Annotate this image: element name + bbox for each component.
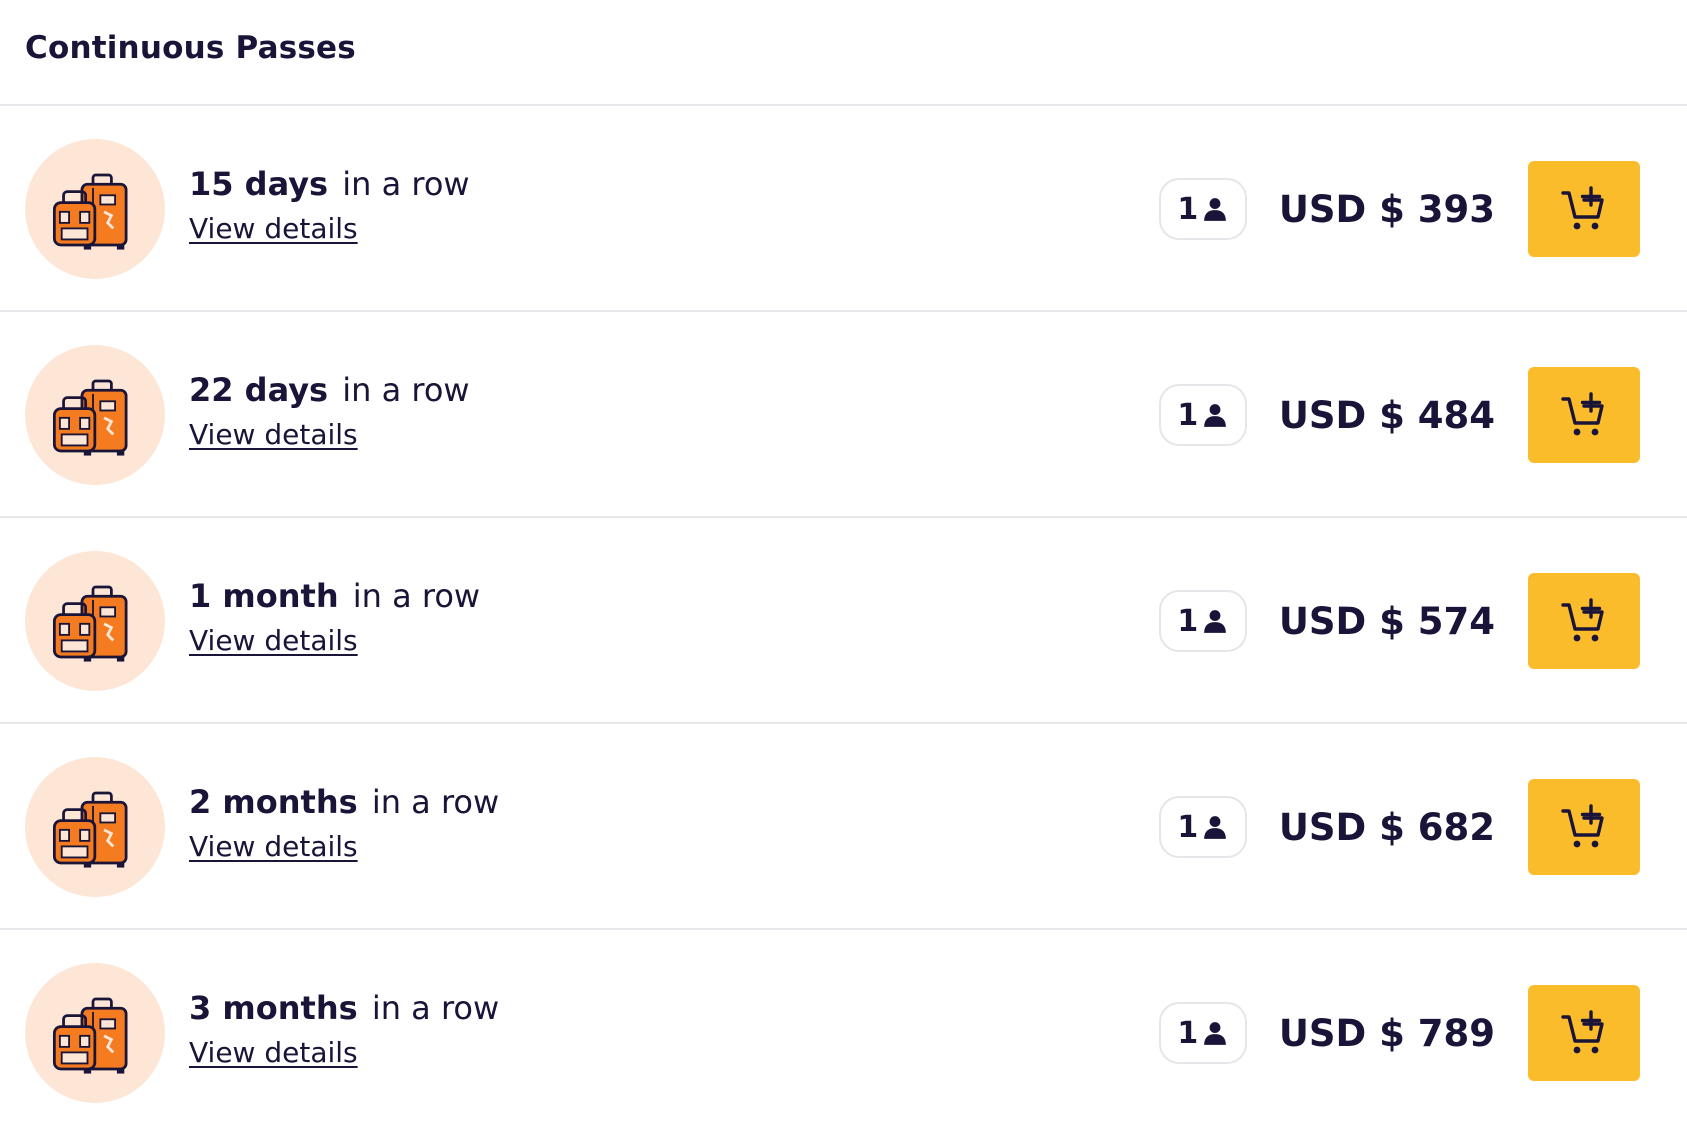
pass-image bbox=[25, 139, 165, 279]
pass-price: USD $ 393 bbox=[1278, 187, 1495, 231]
pass-image bbox=[25, 551, 165, 691]
pass-duration-suffix: in a row bbox=[371, 783, 500, 821]
add-to-cart-icon bbox=[1561, 804, 1604, 848]
pass-price: USD $ 574 bbox=[1278, 599, 1495, 643]
pass-price: USD $ 789 bbox=[1278, 1011, 1495, 1055]
pass-info: 2 months in a row View details bbox=[189, 782, 499, 865]
pass-actions: 1 USD $ 789 bbox=[1158, 985, 1640, 1081]
pass-duration: 3 months bbox=[189, 989, 358, 1027]
section-header: Continuous Passes bbox=[0, 0, 1687, 106]
pass-duration-suffix: in a row bbox=[342, 371, 470, 409]
pass-info: 15 days in a row View details bbox=[189, 164, 470, 247]
view-details-link[interactable]: View details bbox=[189, 623, 358, 659]
person-icon bbox=[1204, 198, 1227, 221]
traveler-count: 1 bbox=[1177, 397, 1199, 433]
pass-duration: 22 days bbox=[189, 371, 329, 409]
traveler-count-selector[interactable]: 1 bbox=[1158, 384, 1247, 446]
pass-info: 22 days in a row View details bbox=[189, 370, 470, 453]
pass-duration: 15 days bbox=[189, 165, 329, 203]
add-to-cart-icon bbox=[1561, 598, 1604, 642]
traveler-count-selector[interactable]: 1 bbox=[1158, 1002, 1247, 1064]
pass-actions: 1 USD $ 574 bbox=[1158, 573, 1640, 669]
page-title: Continuous Passes bbox=[25, 30, 356, 66]
add-to-cart-button[interactable] bbox=[1528, 779, 1640, 875]
add-to-cart-icon bbox=[1561, 1010, 1604, 1054]
person-icon bbox=[1204, 1022, 1227, 1045]
add-to-cart-button[interactable] bbox=[1528, 367, 1640, 463]
pass-title: 15 days in a row bbox=[189, 164, 470, 204]
pass-image bbox=[25, 963, 165, 1103]
pass-price: USD $ 682 bbox=[1278, 805, 1495, 849]
pass-row: 1 month in a row View details 1 USD $ 57… bbox=[0, 518, 1687, 724]
add-to-cart-button[interactable] bbox=[1528, 161, 1640, 257]
luggage-icon bbox=[52, 791, 128, 868]
pass-row: 3 months in a row View details 1 USD $ 7… bbox=[0, 930, 1687, 1136]
add-to-cart-button[interactable] bbox=[1528, 573, 1640, 669]
person-icon bbox=[1204, 404, 1227, 427]
pass-image bbox=[25, 757, 165, 897]
person-icon bbox=[1204, 816, 1227, 839]
pass-duration-suffix: in a row bbox=[342, 165, 470, 203]
luggage-icon bbox=[52, 585, 128, 662]
luggage-icon bbox=[52, 173, 128, 250]
pass-duration-suffix: in a row bbox=[371, 989, 500, 1027]
view-details-link[interactable]: View details bbox=[189, 417, 358, 453]
pass-row: 15 days in a row View details 1 USD $ 39… bbox=[0, 106, 1687, 312]
person-icon bbox=[1204, 610, 1227, 633]
pass-image bbox=[25, 345, 165, 485]
traveler-count: 1 bbox=[1177, 603, 1199, 639]
view-details-link[interactable]: View details bbox=[189, 829, 358, 865]
pass-actions: 1 USD $ 682 bbox=[1158, 779, 1640, 875]
pass-row: 2 months in a row View details 1 USD $ 6… bbox=[0, 724, 1687, 930]
pass-duration: 1 month bbox=[189, 577, 339, 615]
traveler-count-selector[interactable]: 1 bbox=[1158, 796, 1247, 858]
traveler-count-selector[interactable]: 1 bbox=[1158, 178, 1247, 240]
add-to-cart-button[interactable] bbox=[1528, 985, 1640, 1081]
traveler-count: 1 bbox=[1177, 809, 1199, 845]
luggage-icon bbox=[52, 997, 128, 1074]
pass-duration: 2 months bbox=[189, 783, 358, 821]
traveler-count-selector[interactable]: 1 bbox=[1158, 590, 1247, 652]
pass-actions: 1 USD $ 393 bbox=[1158, 161, 1640, 257]
view-details-link[interactable]: View details bbox=[189, 1035, 358, 1071]
pass-title: 3 months in a row bbox=[189, 988, 499, 1028]
traveler-count: 1 bbox=[1177, 1015, 1199, 1051]
pass-row: 22 days in a row View details 1 USD $ 48… bbox=[0, 312, 1687, 518]
pass-title: 2 months in a row bbox=[189, 782, 499, 822]
add-to-cart-icon bbox=[1561, 392, 1604, 436]
pass-duration-suffix: in a row bbox=[352, 577, 481, 615]
view-details-link[interactable]: View details bbox=[189, 211, 358, 247]
pass-list: 15 days in a row View details 1 USD $ 39… bbox=[0, 106, 1687, 1136]
luggage-icon bbox=[52, 379, 128, 456]
add-to-cart-icon bbox=[1561, 186, 1604, 230]
pass-info: 1 month in a row View details bbox=[189, 576, 480, 659]
pass-title: 1 month in a row bbox=[189, 576, 480, 616]
pass-actions: 1 USD $ 484 bbox=[1158, 367, 1640, 463]
pass-title: 22 days in a row bbox=[189, 370, 470, 410]
pass-price: USD $ 484 bbox=[1278, 393, 1495, 437]
traveler-count: 1 bbox=[1177, 191, 1199, 227]
pass-info: 3 months in a row View details bbox=[189, 988, 499, 1071]
